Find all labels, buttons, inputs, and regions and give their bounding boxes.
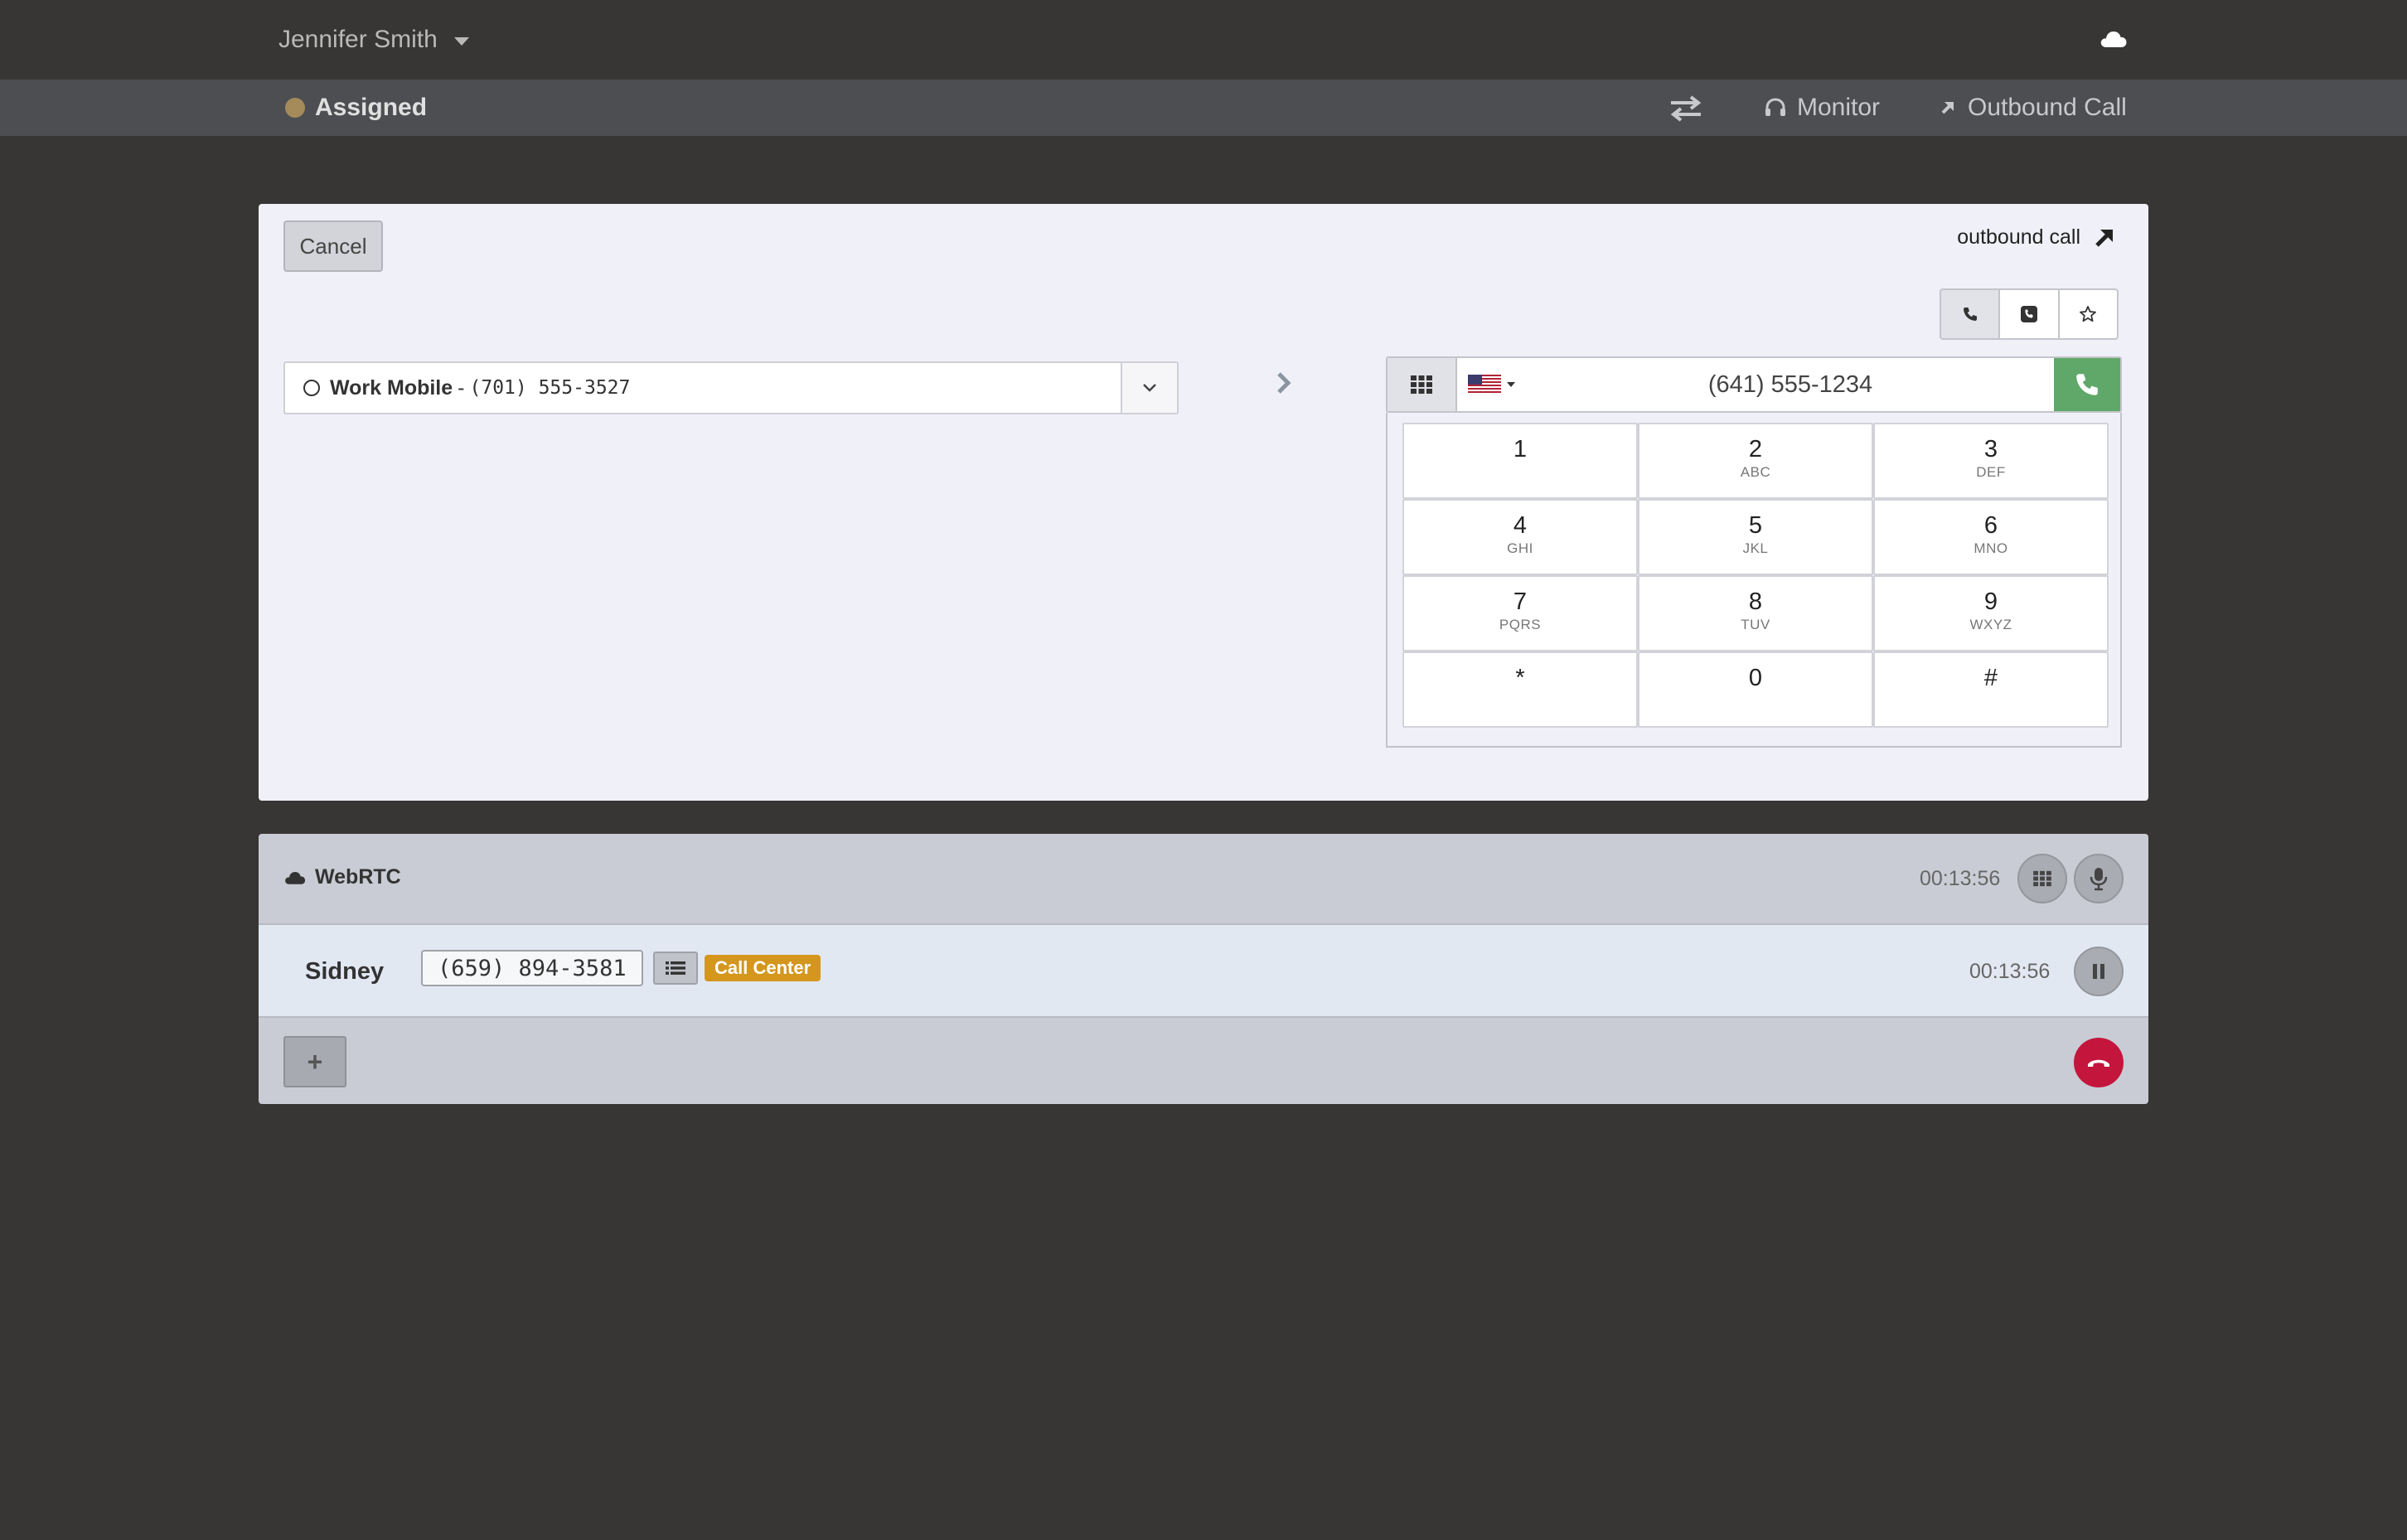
panel-title: outbound call <box>1957 225 2115 249</box>
phone-mode-button[interactable] <box>1941 290 2001 338</box>
caller-name: Sidney <box>305 958 385 985</box>
webrtc-title: WebRTC <box>283 865 401 889</box>
caller-details-button[interactable] <box>653 952 698 985</box>
webrtc-panel: WebRTC 00:13:56 Sidney (659) 894-3581 Ca… <box>259 834 2148 1104</box>
cancel-button[interactable]: Cancel <box>283 220 383 272</box>
country-select[interactable] <box>1457 358 1527 411</box>
key-4[interactable]: 4 GHI <box>1402 499 1638 575</box>
webrtc-title-label: WebRTC <box>315 865 401 889</box>
key-digit: 2 <box>1748 436 1763 462</box>
key-letters: GHI <box>1507 540 1533 556</box>
key-star[interactable]: * <box>1402 651 1638 728</box>
from-number-select[interactable]: Work Mobile - (701) 555-3527 <box>283 361 1179 414</box>
keypad: 1 2 ABC 3 DEF 4 GHI 5 JKL 6 MNO 7 PQRS 8… <box>1386 413 2122 748</box>
caller-row: Sidney (659) 894-3581 Call Center 00:13:… <box>259 925 2148 1018</box>
hangup-button[interactable] <box>2074 1038 2124 1087</box>
key-6[interactable]: 6 MNO <box>1873 499 2109 575</box>
key-letters: DEF <box>1976 464 2006 480</box>
key-letters: MNO <box>1974 540 2008 556</box>
key-letters: PQRS <box>1499 617 1542 632</box>
webrtc-timer: 00:13:56 <box>1920 867 2001 890</box>
list-icon <box>666 961 685 975</box>
key-digit: 9 <box>1983 588 1998 615</box>
radio-icon <box>303 380 320 396</box>
key-1[interactable]: 1 <box>1402 423 1638 499</box>
key-digit: 1 <box>1513 436 1528 462</box>
key-digit: 0 <box>1748 665 1763 691</box>
transfer-icon[interactable] <box>1668 94 1704 123</box>
key-digit: 7 <box>1513 588 1528 615</box>
cloud-icon <box>285 871 306 884</box>
hangup-icon <box>2088 1059 2109 1067</box>
key-3[interactable]: 3 DEF <box>1873 423 2109 499</box>
us-flag-icon <box>1468 375 1501 395</box>
keypad-icon <box>1411 375 1432 394</box>
favorites-mode-button[interactable] <box>2060 290 2117 338</box>
key-letters: WXYZ <box>1969 617 2012 632</box>
outbound-call-label: Outbound Call <box>1968 94 2127 121</box>
queue-badge: Call Center <box>705 955 821 981</box>
call-mode-group <box>1940 288 2119 340</box>
chevron-down-icon <box>1143 384 1156 392</box>
key-digit: # <box>1983 665 1998 691</box>
cloud-icon[interactable] <box>2099 25 2129 55</box>
phone-square-icon <box>2020 306 2037 322</box>
dial-input-row <box>1386 356 2122 413</box>
star-icon <box>2080 306 2097 322</box>
from-number-value: (701) 555-3527 <box>469 377 631 399</box>
headphones-icon <box>1765 98 1785 116</box>
monitor-label: Monitor <box>1797 94 1881 121</box>
caret-down-icon <box>1507 382 1515 387</box>
microphone-icon <box>2090 868 2108 891</box>
dial-number-input[interactable] <box>1527 358 2054 411</box>
key-letters: ABC <box>1740 464 1771 480</box>
pause-icon <box>2093 964 2104 979</box>
webrtc-footer: + <box>259 1018 2148 1104</box>
place-call-button[interactable] <box>2054 358 2120 411</box>
panel-title-label: outbound call <box>1957 225 2080 249</box>
key-digit: 3 <box>1983 436 1998 462</box>
arrow-up-right-icon <box>1941 102 1954 114</box>
outbound-call-link[interactable]: Outbound Call <box>1938 91 2127 124</box>
key-7[interactable]: 7 PQRS <box>1402 575 1638 651</box>
caller-number[interactable]: (659) 894-3581 <box>421 950 643 986</box>
mute-button[interactable] <box>2074 854 2124 903</box>
from-number-label: Work Mobile <box>330 375 453 400</box>
key-5[interactable]: 5 JKL <box>1638 499 1873 575</box>
monitor-link[interactable]: Monitor <box>1764 91 1880 124</box>
from-number-dropdown-toggle[interactable] <box>1121 363 1177 413</box>
user-name: Jennifer Smith <box>278 26 438 53</box>
keypad-icon <box>2033 870 2051 887</box>
key-digit: 4 <box>1513 512 1528 539</box>
outbound-call-panel: Cancel outbound call Work Mobile - (701)… <box>259 204 2148 801</box>
arrow-up-right-icon <box>2095 229 2113 247</box>
status-label: Assigned <box>315 94 428 121</box>
from-number-separator: - <box>458 375 465 400</box>
add-call-button[interactable]: + <box>283 1036 346 1087</box>
webrtc-header: WebRTC 00:13:56 <box>259 834 2148 925</box>
keypad-toggle-button[interactable] <box>1388 358 1457 411</box>
phone-icon <box>2076 374 2098 395</box>
key-digit: 5 <box>1748 512 1763 539</box>
phone-icon <box>1963 308 1977 321</box>
key-hash[interactable]: # <box>1873 651 2109 728</box>
hold-button[interactable] <box>2074 947 2124 996</box>
status-indicator <box>285 98 305 118</box>
chevron-right-icon <box>1277 372 1291 394</box>
key-digit: 8 <box>1748 588 1763 615</box>
key-digit: * <box>1515 665 1525 691</box>
key-0[interactable]: 0 <box>1638 651 1873 728</box>
key-letters: TUV <box>1741 617 1770 632</box>
caller-timer: 00:13:56 <box>1969 960 2051 983</box>
key-9[interactable]: 9 WXYZ <box>1873 575 2109 651</box>
key-8[interactable]: 8 TUV <box>1638 575 1873 651</box>
key-digit: 6 <box>1983 512 1998 539</box>
key-2[interactable]: 2 ABC <box>1638 423 1873 499</box>
keypad-button[interactable] <box>2017 854 2067 903</box>
phone-square-mode-button[interactable] <box>2000 290 2060 338</box>
caret-down-icon <box>453 37 469 46</box>
user-menu[interactable]: Jennifer Smith <box>278 23 469 56</box>
key-letters: JKL <box>1742 540 1769 556</box>
